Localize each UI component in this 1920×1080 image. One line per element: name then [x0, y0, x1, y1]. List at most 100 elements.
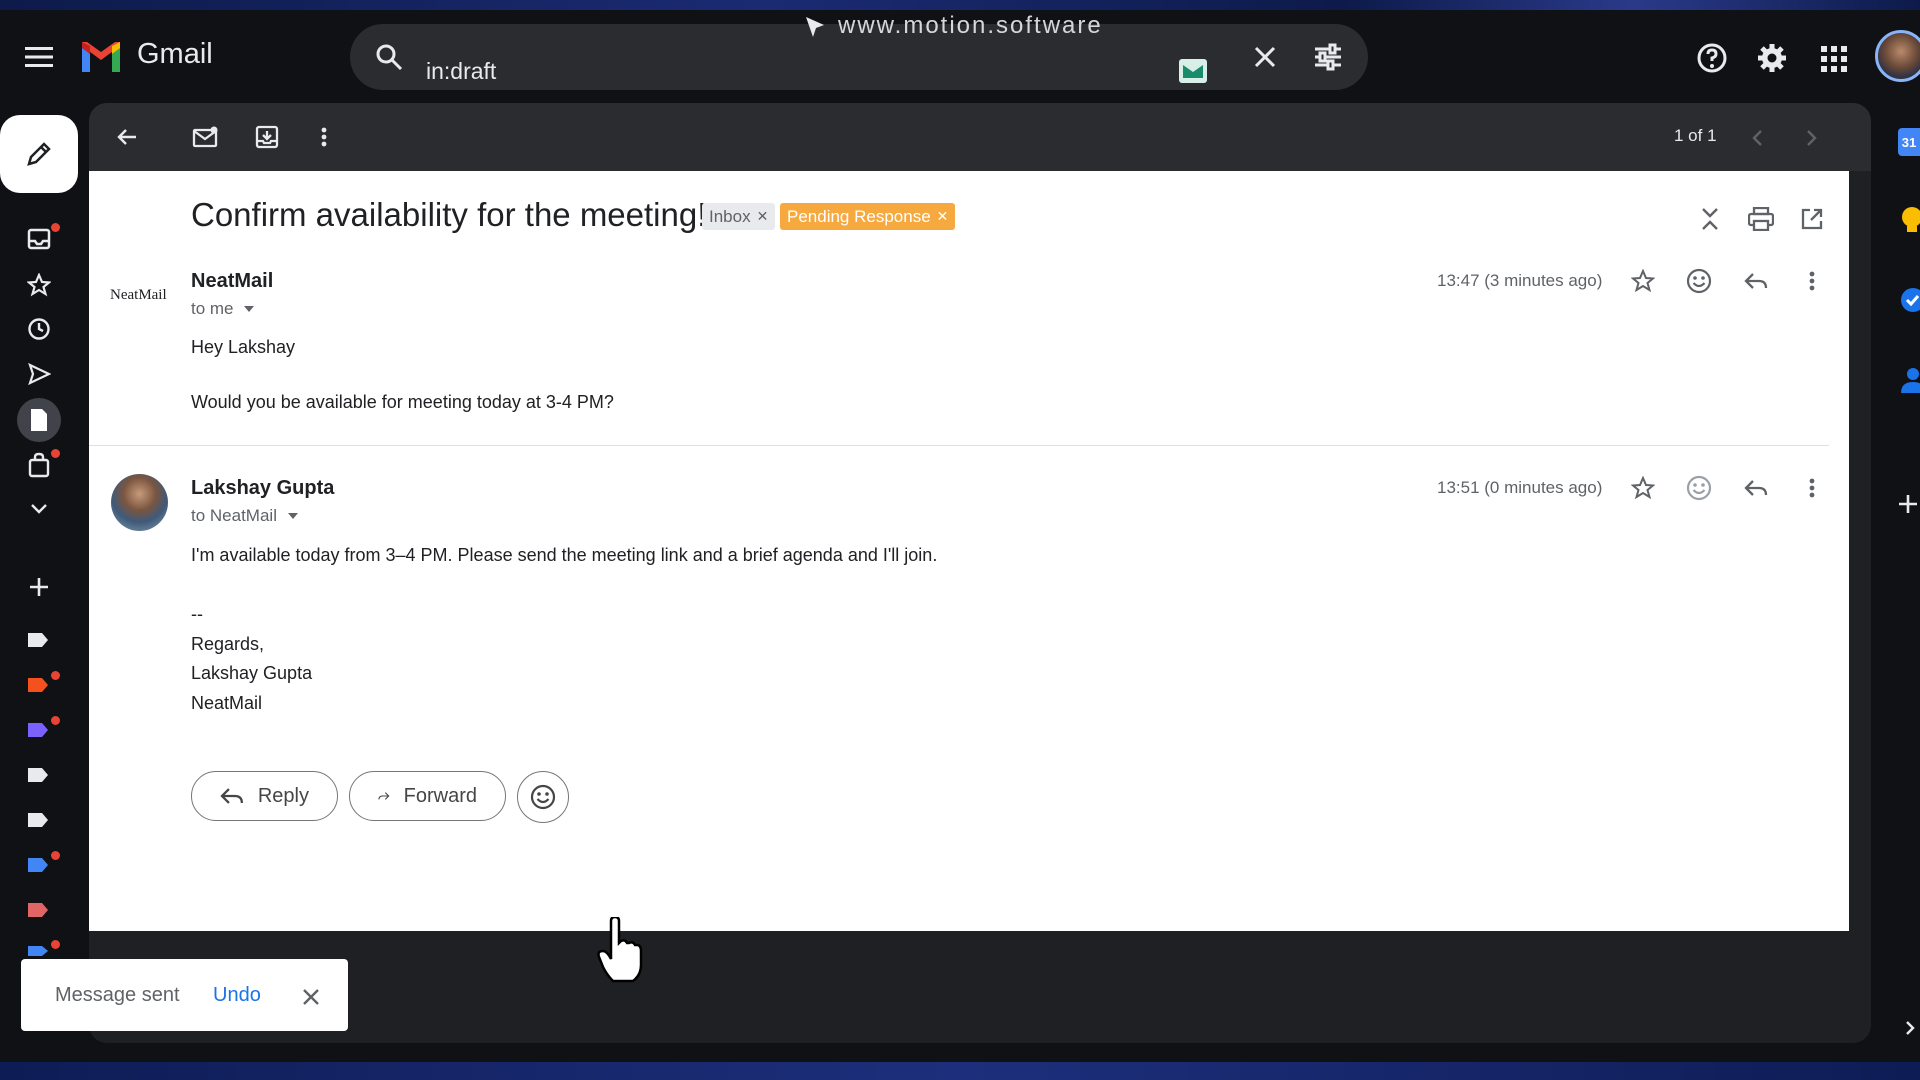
more-chevron-icon[interactable]	[24, 496, 54, 522]
hand-pointer-cursor-icon	[596, 915, 644, 985]
open-new-window-icon[interactable]	[1797, 204, 1827, 234]
signature-line: Regards,	[191, 634, 265, 654]
create-label-plus-icon[interactable]	[24, 572, 54, 602]
inbox-icon[interactable]	[24, 225, 54, 253]
collapse-all-icon[interactable]	[1696, 204, 1724, 234]
add-reaction-emoji-icon[interactable]	[1683, 266, 1715, 296]
gmail-wordmark[interactable]: Gmail	[137, 38, 213, 71]
help-icon[interactable]	[1695, 41, 1729, 75]
emoji-reaction-button[interactable]	[517, 771, 569, 823]
sender-avatar[interactable]	[111, 474, 168, 531]
show-details-caret-icon[interactable]	[240, 302, 258, 316]
contacts-person-icon[interactable]	[1898, 366, 1920, 394]
compose-button[interactable]	[0, 115, 78, 193]
search-chip-mail-icon[interactable]	[1176, 56, 1210, 86]
print-icon[interactable]	[1745, 204, 1777, 234]
move-to-inbox-icon[interactable]	[252, 122, 282, 152]
recipient-text: to NeatMail	[191, 506, 277, 525]
reply-button[interactable]: Reply	[191, 771, 338, 821]
show-details-caret-icon[interactable]	[284, 509, 302, 523]
more-vert-icon[interactable]	[314, 122, 334, 152]
watermark-cursor-icon	[800, 12, 830, 42]
message-more-vert-icon[interactable]	[1804, 473, 1820, 503]
message-time: 13:47 (3 minutes ago)	[1437, 271, 1603, 290]
snoozed-clock-icon[interactable]	[24, 314, 54, 344]
notification-dot	[51, 716, 60, 725]
message-time: 13:51 (0 minutes ago)	[1437, 478, 1603, 497]
settings-gear-icon[interactable]	[1755, 41, 1789, 75]
message-body-line: I'm available today from 3–4 PM. Please …	[191, 545, 938, 565]
drafts-icon[interactable]	[17, 398, 61, 442]
message-body-line: Would you be available for meeting today…	[191, 392, 614, 412]
watermark-text: www.motion.software	[838, 12, 1103, 39]
show-side-panel-chevron-icon[interactable]	[1900, 1016, 1920, 1040]
pager-text: 1 of 1	[1674, 126, 1717, 145]
window-bottom-band	[0, 1062, 1920, 1080]
snackbar-message: Message sent	[55, 984, 180, 1006]
label-tag-icon[interactable]	[26, 901, 50, 919]
label-chip-inbox[interactable]: Inbox ✕	[702, 203, 776, 230]
back-arrow-icon[interactable]	[112, 122, 142, 152]
star-icon[interactable]	[1627, 473, 1659, 503]
dismiss-close-icon[interactable]	[298, 984, 324, 1010]
forward-arrow-icon	[378, 792, 390, 800]
tasks-check-icon[interactable]	[1898, 286, 1920, 314]
message-body-line: Hey Lakshay	[191, 337, 296, 357]
sender-logo-neatmail: NeatMail	[110, 287, 167, 303]
notification-dot	[51, 223, 60, 232]
sender-name[interactable]: NeatMail	[191, 270, 273, 293]
sent-icon[interactable]	[24, 359, 54, 389]
notification-dot	[51, 851, 60, 860]
signature-separator: --	[191, 604, 203, 624]
get-addons-plus-icon[interactable]	[1896, 492, 1920, 516]
label-tag-icon[interactable]	[26, 631, 50, 649]
label-tag-icon[interactable]	[26, 944, 50, 958]
label-tag-icon[interactable]	[26, 766, 50, 784]
message-divider	[89, 445, 1829, 446]
starred-icon[interactable]	[24, 270, 54, 300]
forward-button[interactable]: Forward	[349, 771, 506, 821]
account-avatar[interactable]	[1875, 30, 1920, 82]
gmail-logo-icon[interactable]	[78, 40, 124, 74]
notification-dot	[51, 449, 60, 458]
notification-dot	[51, 940, 60, 949]
emoji-icon	[530, 784, 556, 810]
thread-subject: Confirm availability for the meeting!	[191, 196, 707, 233]
main-menu-icon[interactable]	[22, 44, 56, 70]
recipient-text: to me	[191, 299, 234, 318]
signature-line: NeatMail	[191, 693, 263, 713]
clear-search-icon[interactable]	[1250, 42, 1280, 72]
reply-arrow-icon[interactable]	[1740, 266, 1772, 296]
label-tag-icon[interactable]	[26, 676, 50, 694]
label-chip-pending-response[interactable]: Pending Response ✕	[780, 203, 956, 230]
message-toolbar	[89, 103, 1871, 171]
reply-arrow-icon	[220, 788, 244, 804]
search-icon[interactable]	[372, 40, 406, 74]
notification-dot	[51, 671, 60, 680]
add-reaction-emoji-icon[interactable]	[1683, 473, 1715, 503]
message-more-vert-icon[interactable]	[1804, 266, 1820, 296]
newer-chevron-right-icon[interactable]	[1800, 126, 1824, 150]
mark-unread-icon[interactable]	[190, 122, 220, 152]
label-chip-text: Pending Response	[787, 206, 931, 226]
signature-line: Lakshay Gupta	[191, 663, 313, 683]
search-input[interactable]: in:draft	[426, 58, 496, 85]
label-tag-icon[interactable]	[26, 811, 50, 829]
remove-label-icon[interactable]: ✕	[937, 208, 949, 225]
calendar-icon[interactable]: 31	[1898, 128, 1920, 156]
label-tag-icon[interactable]	[26, 856, 50, 874]
older-chevron-left-icon[interactable]	[1745, 126, 1769, 150]
remove-label-icon[interactable]: ✕	[757, 208, 769, 225]
keep-bulb-icon[interactable]	[1898, 206, 1920, 234]
purchases-bag-icon[interactable]	[24, 450, 54, 480]
apps-grid-icon[interactable]	[1818, 43, 1850, 75]
forward-button-label: Forward	[403, 784, 477, 807]
sender-name[interactable]: Lakshay Gupta	[191, 477, 334, 500]
star-icon[interactable]	[1627, 266, 1659, 296]
search-options-icon[interactable]	[1311, 40, 1345, 74]
undo-button[interactable]: Undo	[213, 984, 261, 1007]
label-tag-icon[interactable]	[26, 721, 50, 739]
window-top-band	[0, 0, 1920, 10]
reply-arrow-icon[interactable]	[1740, 473, 1772, 503]
reply-button-label: Reply	[257, 784, 309, 807]
